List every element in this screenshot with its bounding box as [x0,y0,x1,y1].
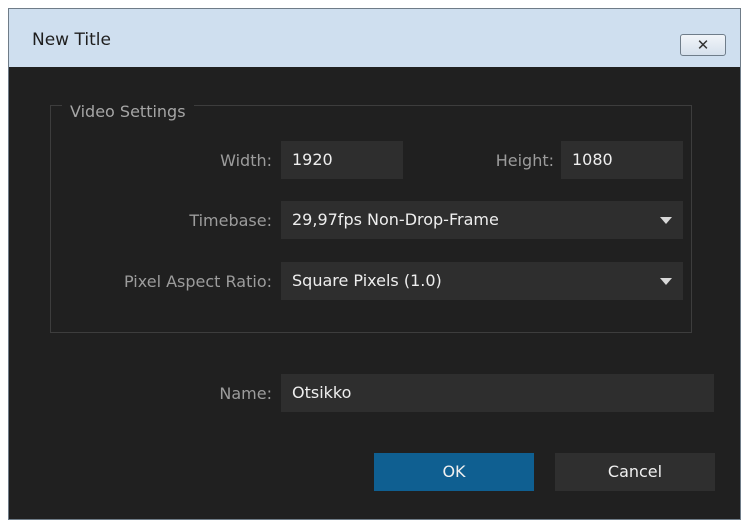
timebase-dropdown[interactable]: 29,97fps Non-Drop-Frame [281,201,683,239]
height-input[interactable]: 1080 [561,141,683,179]
new-title-dialog: New Title ✕ Video Settings Width: 1920 H… [8,8,741,520]
height-label: Height: [495,151,554,170]
name-label: Name: [219,384,272,403]
pixel-aspect-ratio-label: Pixel Aspect Ratio: [124,272,272,291]
name-input[interactable]: Otsikko [281,374,714,412]
width-label: Width: [220,151,272,170]
width-input[interactable]: 1920 [281,141,403,179]
chevron-down-icon [660,278,672,285]
cancel-button[interactable]: Cancel [555,453,715,491]
video-settings-title: Video Settings [62,102,194,122]
pixel-aspect-ratio-dropdown[interactable]: Square Pixels (1.0) [281,262,683,300]
ok-button[interactable]: OK [374,453,534,491]
timebase-label: Timebase: [189,211,272,230]
window-title: New Title [32,30,111,50]
pixel-aspect-ratio-value: Square Pixels (1.0) [292,271,442,290]
title-bar[interactable]: New Title ✕ [9,9,740,67]
timebase-value: 29,97fps Non-Drop-Frame [292,210,499,229]
close-icon: ✕ [696,36,710,54]
close-button[interactable]: ✕ [680,34,726,56]
chevron-down-icon [660,217,672,224]
